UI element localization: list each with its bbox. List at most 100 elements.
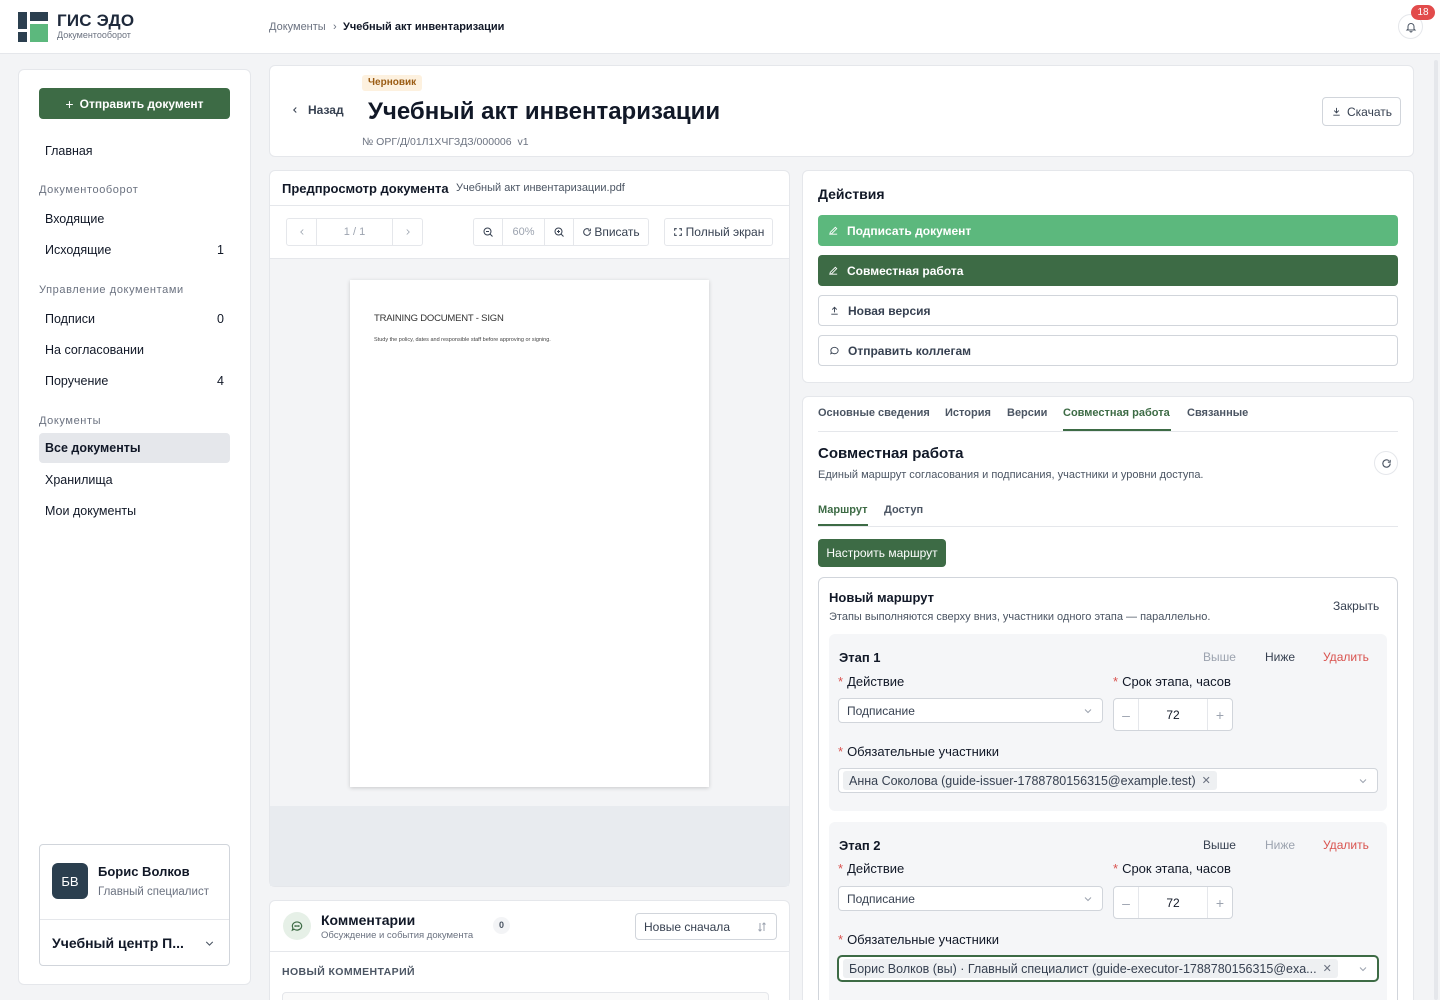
sign-document-button[interactable]: Подписать документ: [818, 215, 1398, 246]
action-select[interactable]: Подписание: [838, 886, 1103, 911]
refresh-icon: [1381, 458, 1391, 468]
deadline-stepper[interactable]: – 72 +: [1113, 886, 1233, 919]
action-select[interactable]: Подписание: [838, 698, 1103, 723]
sidebar-item-assignments[interactable]: Поручение 4: [39, 366, 230, 396]
sort-icon: [758, 921, 766, 932]
participants-select[interactable]: Анна Соколова (guide-issuer-178878015631…: [838, 768, 1378, 793]
stage-title: Этап 2: [839, 838, 881, 853]
sidebar-group-title: Документооборот: [39, 184, 139, 196]
download-label: Скачать: [1347, 104, 1392, 119]
active-tab-indicator: [1063, 429, 1171, 431]
fit-label: Вписать: [594, 225, 640, 239]
sidebar-item-label: Подписи: [45, 312, 95, 326]
sidebar-item-storages[interactable]: Хранилища: [39, 465, 230, 495]
stage-move-down-button[interactable]: Ниже: [1265, 838, 1295, 852]
sidebar-group-title: Управление документами: [39, 284, 184, 296]
sidebar-item-approval[interactable]: На согласовании: [39, 335, 230, 365]
fullscreen-button[interactable]: Полный экран: [664, 218, 773, 246]
close-icon[interactable]: ✕: [1202, 774, 1211, 787]
refresh-button[interactable]: [1374, 451, 1398, 475]
app-subtitle: Документооборот: [57, 30, 131, 40]
fit-button[interactable]: Вписать: [574, 219, 648, 245]
send-colleagues-button[interactable]: Отправить коллегам: [818, 335, 1398, 366]
route-title: Новый маршрут: [829, 590, 935, 605]
divider: [270, 951, 789, 952]
deadline-value[interactable]: 72: [1138, 699, 1208, 730]
sidebar-item-home[interactable]: Главная: [39, 136, 230, 166]
participants-select[interactable]: Борис Волков (вы) · Главный специалист (…: [838, 956, 1378, 981]
send-document-label: Отправить документ: [79, 96, 204, 111]
sidebar-item-incoming[interactable]: Входящие: [39, 204, 230, 234]
participant-chip: Анна Соколова (guide-issuer-178878015631…: [843, 771, 1217, 790]
deadline-value[interactable]: 72: [1138, 887, 1208, 918]
close-icon[interactable]: ✕: [1323, 962, 1332, 975]
download-button[interactable]: Скачать: [1322, 97, 1401, 126]
subtab-route[interactable]: Маршрут: [818, 504, 868, 516]
message-icon: [830, 346, 839, 355]
prev-page-button[interactable]: [287, 219, 317, 245]
chevron-down-icon: [1084, 708, 1092, 713]
top-bar: [0, 0, 1440, 54]
increment-button[interactable]: +: [1208, 887, 1232, 918]
zoom-level: 60%: [503, 219, 545, 245]
tab-history[interactable]: История: [945, 407, 991, 419]
zoom-controls: 60% Вписать: [473, 218, 649, 246]
tab-collaboration[interactable]: Совместная работа: [1063, 407, 1170, 419]
section-subtitle: Единый маршрут согласования и подписания…: [818, 469, 1204, 481]
sidebar-item-outgoing[interactable]: Исходящие 1: [39, 235, 230, 265]
collaboration-label: Совместная работа: [847, 263, 964, 278]
notifications-badge: 18: [1411, 5, 1435, 20]
decrement-button[interactable]: –: [1114, 887, 1138, 918]
participants-label: * Обязательные участники: [838, 744, 999, 759]
tab-general[interactable]: Основные сведения: [818, 407, 930, 419]
subtab-access[interactable]: Доступ: [884, 504, 923, 516]
active-subtab-indicator: [818, 524, 868, 526]
stage-move-up-button[interactable]: Выше: [1203, 838, 1236, 852]
stage-move-up-button[interactable]: Выше: [1203, 650, 1236, 664]
zoom-out-icon: [483, 227, 493, 237]
page-heading: TRAINING DOCUMENT - SIGN: [374, 313, 504, 324]
document-number: № ОРГ/Д/01Л1ХЧГЗДЗ/000006 v1: [362, 136, 529, 148]
org-switcher[interactable]: Учебный центр П...: [52, 935, 190, 951]
logo-icon: [18, 12, 48, 42]
page-indicator: 1 / 1: [317, 219, 393, 245]
upload-icon: [831, 306, 838, 315]
next-page-button[interactable]: [393, 219, 422, 245]
sort-label: Новые сначала: [644, 919, 730, 934]
page-scrollbar[interactable]: [1434, 60, 1438, 1000]
chevron-right-icon: [405, 229, 410, 235]
comments-sort-select[interactable]: Новые сначала: [635, 913, 777, 940]
deadline-stepper[interactable]: – 72 +: [1113, 698, 1233, 731]
back-button[interactable]: Назад: [290, 103, 344, 117]
send-colleagues-label: Отправить коллегам: [848, 343, 971, 358]
zoom-in-button[interactable]: [545, 219, 574, 245]
zoom-out-button[interactable]: [474, 219, 503, 245]
stage-move-down-button[interactable]: Ниже: [1265, 650, 1295, 664]
sidebar-item-label: Хранилища: [45, 473, 113, 487]
configure-route-button[interactable]: Настроить маршрут: [818, 539, 946, 567]
stage-delete-button[interactable]: Удалить: [1323, 650, 1369, 664]
action-label: * Действие: [838, 861, 905, 876]
increment-button[interactable]: +: [1208, 699, 1232, 730]
comments-subtitle: Обсуждение и события документа: [321, 930, 474, 941]
sidebar-item-all-documents[interactable]: Все документы: [39, 433, 230, 463]
stage-delete-button[interactable]: Удалить: [1323, 838, 1369, 852]
send-document-button[interactable]: + Отправить документ: [39, 88, 230, 119]
new-version-button[interactable]: Новая версия: [818, 295, 1398, 326]
sidebar-item-my-documents[interactable]: Мои документы: [39, 496, 230, 526]
collaboration-button[interactable]: Совместная работа: [818, 255, 1398, 286]
sidebar-item-label: Мои документы: [45, 504, 137, 518]
sign-document-label: Подписать документ: [847, 223, 972, 238]
stage-title: Этап 1: [839, 650, 881, 665]
comment-input[interactable]: [282, 992, 769, 1000]
close-route-button[interactable]: Закрыть: [1333, 599, 1379, 613]
decrement-button[interactable]: –: [1114, 699, 1138, 730]
tab-related[interactable]: Связанные: [1187, 407, 1248, 419]
zoom-in-icon: [554, 227, 564, 237]
breadcrumb-separator: ›: [333, 21, 337, 33]
new-comment-label: НОВЫЙ КОММЕНТАРИЙ: [282, 966, 415, 978]
tab-versions[interactable]: Версии: [1007, 407, 1047, 419]
breadcrumb-documents[interactable]: Документы: [269, 21, 326, 33]
chevron-down-icon[interactable]: [203, 937, 216, 950]
sidebar-item-signatures[interactable]: Подписи 0: [39, 304, 230, 334]
